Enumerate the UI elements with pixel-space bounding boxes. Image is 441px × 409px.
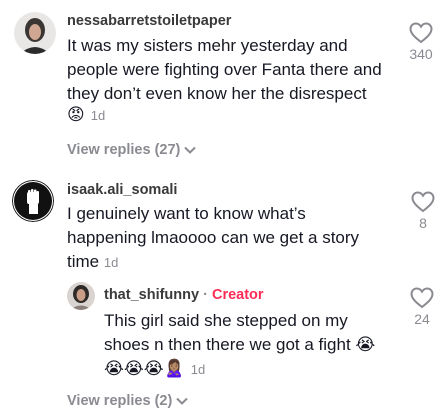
comment-line: they don’t even know her the disrespect — [67, 84, 367, 103]
like-button[interactable]: 340 — [404, 22, 438, 62]
avatar[interactable] — [67, 282, 95, 310]
reply-header: that_shifunny · Creator — [104, 287, 264, 303]
user-avatar-image — [67, 282, 95, 310]
comment-line: It was my sisters mehr yesterday and — [67, 36, 348, 55]
reply-line: shoes n then there we got a fight — [104, 335, 351, 354]
comment-text: I genuinely want to know what’s happenin… — [67, 202, 397, 275]
heart-icon — [410, 287, 434, 309]
comment-text: It was my sisters mehr yesterday and peo… — [67, 34, 397, 106]
like-count: 8 — [419, 215, 427, 231]
like-button[interactable]: 8 — [406, 191, 440, 231]
avatar[interactable] — [14, 12, 56, 54]
comment-line: I genuinely want to know what’s — [67, 204, 306, 223]
view-replies-button[interactable]: View replies (27) — [67, 142, 197, 158]
user-avatar-image — [14, 12, 56, 54]
comment-line: people were fighting over Fanta there an… — [67, 60, 382, 79]
reply-meta: 😭😭😭🙎🏽‍♀️ 1d — [104, 359, 205, 379]
username[interactable]: nessabarretstoiletpaper — [67, 13, 231, 29]
comment-time: 1d — [103, 255, 119, 270]
comment-line: happening lmaoooo can we get a story — [67, 228, 360, 247]
comment-line: time — [67, 252, 100, 271]
raised-fist-icon — [12, 180, 54, 222]
comment-time: 1d — [90, 107, 106, 123]
like-button[interactable]: 24 — [405, 287, 439, 327]
reply-line: This girl said she stepped on my — [104, 311, 348, 330]
view-replies-label: View replies (27) — [67, 142, 181, 158]
comment-line-last: time 1d — [67, 250, 397, 275]
chevron-down-icon — [176, 397, 189, 405]
heart-icon — [409, 22, 433, 44]
comment-meta: 😡 1d — [67, 105, 105, 125]
username[interactable]: isaak.ali_somali — [67, 182, 177, 198]
reply-time: 1d — [190, 361, 206, 377]
view-replies-label: View replies (2) — [67, 393, 173, 409]
creator-badge: Creator — [211, 287, 264, 303]
reply-line-last: shoes n then there we got a fight 😭 — [104, 333, 404, 357]
angry-face-icon: 😡 — [67, 105, 85, 125]
username[interactable]: that_shifunny — [104, 287, 199, 303]
view-replies-button[interactable]: View replies (2) — [67, 393, 189, 409]
reply-text: This girl said she stepped on my shoes n… — [104, 309, 404, 357]
like-count: 340 — [409, 46, 433, 62]
emoji-reactions: 😭😭😭🙎🏽‍♀️ — [104, 359, 185, 379]
separator-dot: · — [203, 287, 208, 303]
like-count: 24 — [414, 311, 430, 327]
avatar[interactable] — [12, 180, 54, 222]
chevron-down-icon — [184, 146, 197, 154]
crying-face-icon: 😭 — [355, 335, 376, 355]
heart-icon — [411, 191, 435, 213]
